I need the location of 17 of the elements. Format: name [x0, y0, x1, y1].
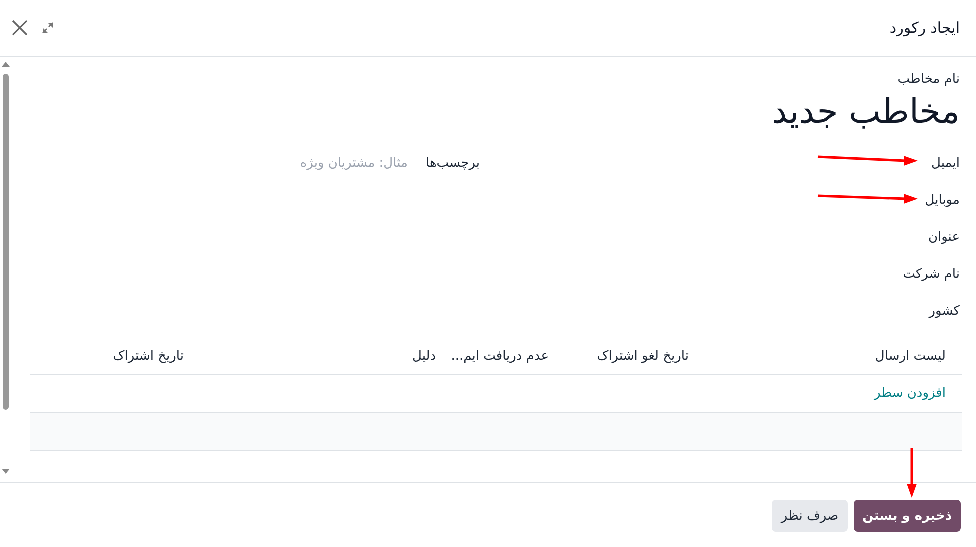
column-header[interactable]: تاریخ لغو اشتراک: [565, 348, 705, 364]
discard-button[interactable]: صرف نظر: [772, 500, 848, 532]
field-label: عنوان: [928, 229, 960, 247]
column-header[interactable]: عدم دریافت ایم...: [452, 348, 565, 364]
column-header[interactable]: تاریخ اشتراک: [30, 348, 200, 364]
save-close-button[interactable]: ذخیره و بستن: [854, 500, 961, 532]
field-label: نام مخاطب: [898, 71, 960, 89]
field-label: موبایل: [925, 192, 960, 210]
field-label: ایمیل: [931, 155, 960, 173]
contact-name-field[interactable]: مخاطب جدید: [772, 91, 960, 133]
field-label: نام شرکت: [903, 266, 960, 284]
field-label: برچسب‌ها: [426, 156, 480, 170]
add-line-link[interactable]: افزودن سطر: [874, 386, 946, 401]
field-label: کشور: [929, 303, 960, 321]
column-header[interactable]: لیست ارسال: [705, 348, 962, 364]
column-header[interactable]: دلیل: [200, 348, 452, 364]
dialog-title: ایجاد رکورد: [890, 19, 960, 37]
